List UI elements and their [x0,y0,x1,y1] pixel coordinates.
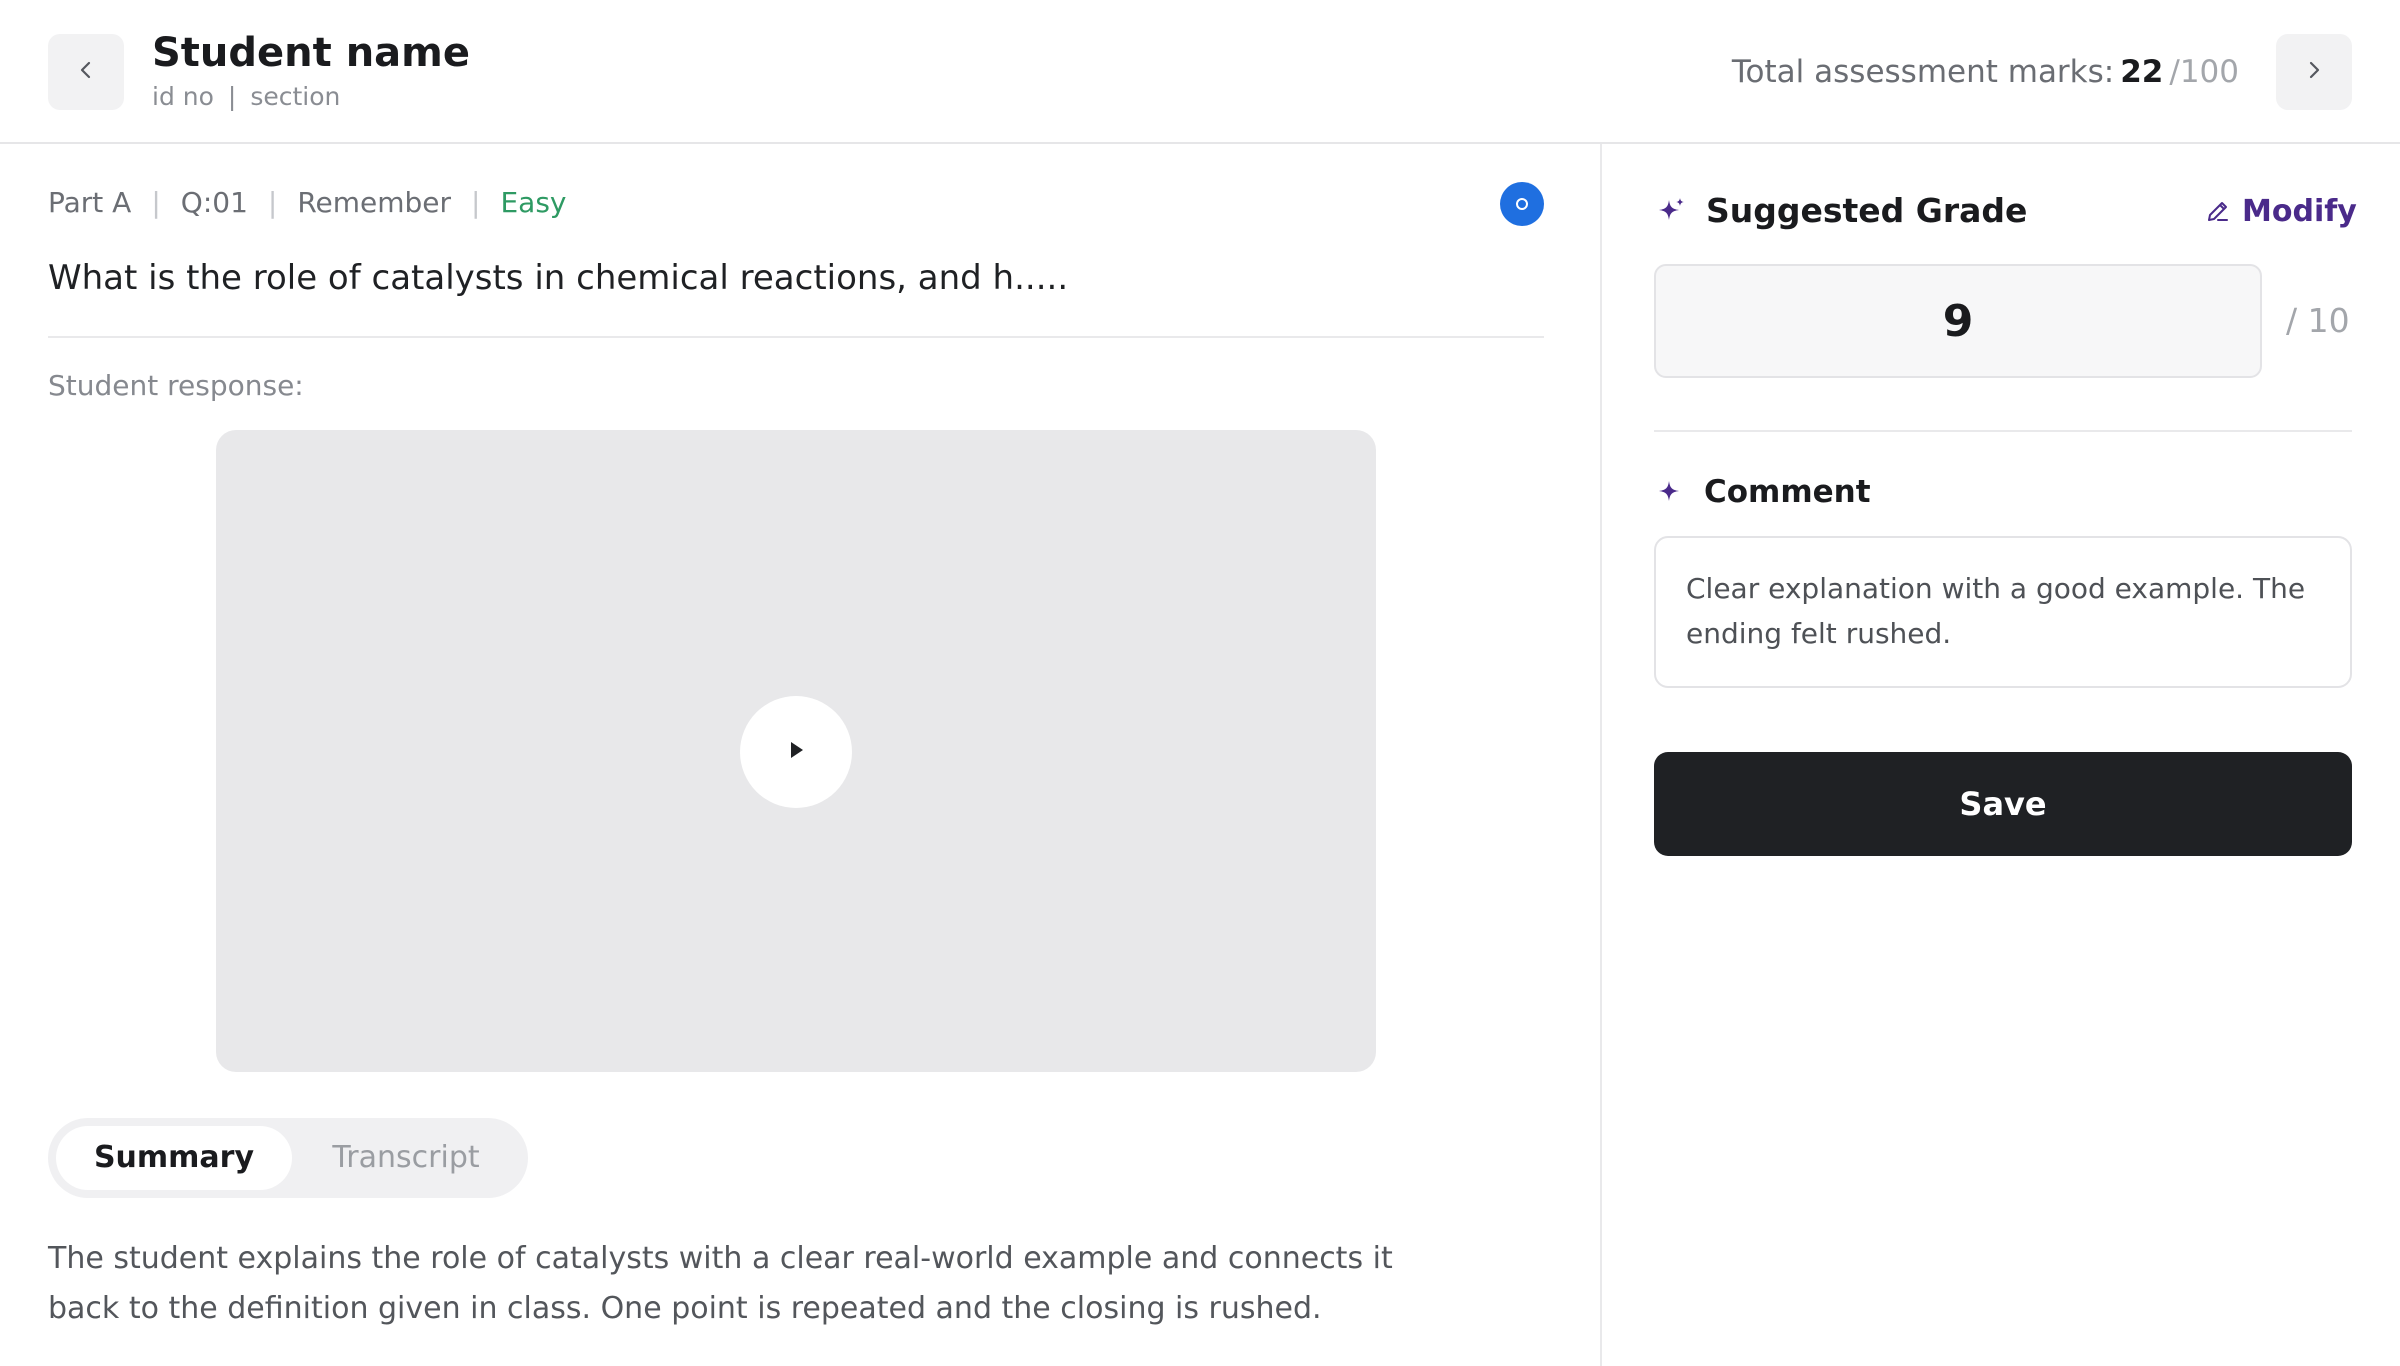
summary-text: The student explains the role of catalys… [48,1241,1393,1326]
total-assessment-marks: Total assessment marks: 22/100 [1732,52,2239,92]
question-text: What is the role of catalysts in chemica… [48,258,1069,298]
chevron-left-icon [74,58,98,86]
meta-separator: | [151,186,161,219]
tab-summary[interactable]: Summary [56,1126,292,1190]
next-student-button[interactable] [2276,34,2352,110]
total-marks-value: 22 [2120,54,2164,90]
student-section: section [250,82,341,111]
status-ring-icon [1516,198,1528,210]
previous-student-button[interactable] [48,34,124,110]
modify-label: Modify [2242,193,2357,229]
student-name: Student name [152,30,470,76]
pane-divider [1600,144,1602,1366]
save-button[interactable]: Save [1654,752,2352,856]
student-id: id no [152,82,214,111]
question-meta: Part A | Q:01 | Remember | Easy [48,184,567,222]
pencil-icon [2208,202,2228,221]
video-player[interactable] [216,430,1376,1072]
tab-transcript[interactable]: Transcript [306,1126,506,1190]
suggested-grade-title: Suggested Grade [1706,191,2028,230]
meta-separator: | [471,186,481,219]
header-bar: Student name id no | section Total assessm… [0,0,2400,144]
sparkle-icon [1656,478,1682,504]
question-number: Q:01 [180,186,248,219]
grade-max: / 10 [2286,301,2350,340]
grade-input[interactable]: 9 [1654,264,2262,378]
comment-field[interactable]: Clear explanation with a good example. T… [1654,536,2352,688]
question-divider [48,336,1544,338]
meta-separator: | [267,186,278,219]
bloom-level: Remember [297,186,452,219]
student-response-label: Student response: [48,369,304,402]
total-marks-max: /100 [2169,54,2239,90]
total-marks-label: Total assessment marks: [1731,54,2115,90]
sparkle-icon [1656,196,1686,226]
question-part: Part A [48,186,132,219]
modify-button[interactable]: Modify [2204,190,2357,232]
question-status-indicator[interactable] [1500,182,1544,226]
grading-divider [1654,430,2352,432]
student-meta: id no | section [152,82,340,112]
meta-separator: | [227,82,237,111]
response-tabs: Summary Transcript [48,1118,528,1198]
difficulty-label: Easy [500,186,567,219]
play-button[interactable] [740,696,852,808]
chevron-right-icon [2302,58,2326,86]
play-icon [785,739,807,765]
comment-title: Comment [1704,474,1871,510]
